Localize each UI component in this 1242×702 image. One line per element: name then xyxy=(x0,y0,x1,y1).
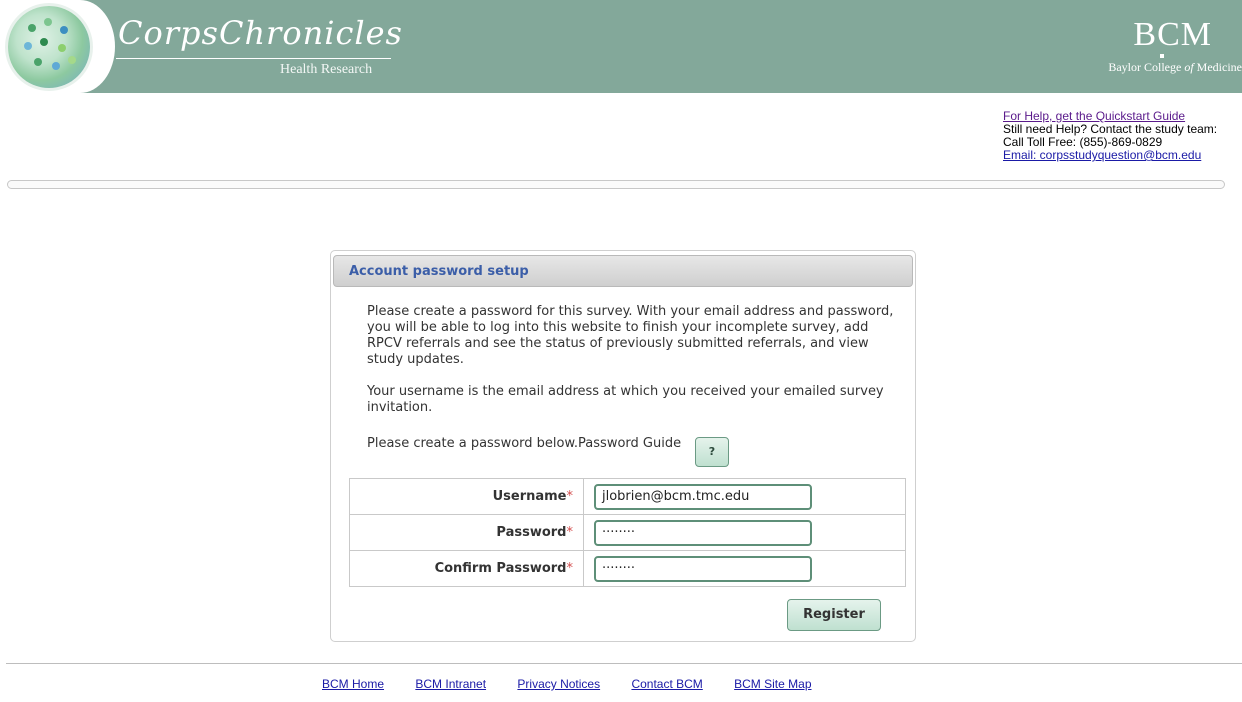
bcm-logo[interactable]: BCM xyxy=(1133,16,1212,54)
password-input[interactable]: ········ xyxy=(594,519,812,546)
required-marker: * xyxy=(566,561,574,576)
toll-free-text: Call Toll Free: (855)-869-0829 xyxy=(1003,135,1163,149)
required-marker: * xyxy=(566,525,574,540)
bcm-name-suffix: Medicine xyxy=(1196,60,1242,74)
form-row-password: Password* ········ xyxy=(349,514,906,551)
top-divider xyxy=(7,180,1225,189)
footer-link-bcm-home[interactable]: BCM Home xyxy=(322,677,384,691)
brand-title[interactable]: CorpsChronicles xyxy=(118,14,403,52)
bcm-name-of: of xyxy=(1184,60,1194,74)
password-guide-text: Please create a password below.Password … xyxy=(367,436,682,451)
password-field-cell: ········ xyxy=(583,514,906,551)
brand-subtitle: Health Research xyxy=(280,62,373,77)
password-guide-button[interactable]: ? xyxy=(695,437,729,467)
confirm-password-field-cell: ········ xyxy=(583,550,906,587)
panel-title: Account password setup xyxy=(349,264,529,279)
credentials-form: Username* jlobrien@bcm.tmc.edu Password*… xyxy=(349,478,906,587)
help-contact-text: Still need Help? Contact the study team: xyxy=(1003,122,1218,136)
footer-link-contact-bcm[interactable]: Contact BCM xyxy=(631,677,702,691)
bcm-logo-dot-icon xyxy=(1160,54,1164,58)
footer-links: BCM Home BCM Intranet Privacy Notices Co… xyxy=(322,677,840,691)
confirm-password-input[interactable]: ········ xyxy=(594,555,812,582)
register-button[interactable]: Register xyxy=(787,599,881,631)
username-label-text: Username xyxy=(492,489,567,504)
account-password-panel: Account password setup Please create a p… xyxy=(330,250,916,642)
username-field-cell: jlobrien@bcm.tmc.edu xyxy=(583,478,906,515)
username-label: Username* xyxy=(349,478,584,515)
bcm-name: Baylor College of Medicine xyxy=(1108,60,1242,75)
help-block: For Help, get the Quickstart Guide Still… xyxy=(1003,110,1217,162)
form-row-username: Username* jlobrien@bcm.tmc.edu xyxy=(349,478,906,515)
form-row-confirm-password: Confirm Password* ········ xyxy=(349,550,906,587)
quickstart-guide-link[interactable]: For Help, get the Quickstart Guide xyxy=(1003,109,1185,123)
footer-link-bcm-site-map[interactable]: BCM Site Map xyxy=(734,677,811,691)
confirm-password-label-text: Confirm Password xyxy=(434,561,567,576)
required-marker: * xyxy=(566,489,574,504)
instruction-paragraph-1: Please create a password for this survey… xyxy=(367,304,894,367)
instruction-paragraph-2: Your username is the email address at wh… xyxy=(367,384,884,415)
brand-underline xyxy=(116,58,391,59)
email-link[interactable]: Email: corpsstudyquestion@bcm.edu xyxy=(1003,148,1201,162)
password-label-text: Password xyxy=(496,525,567,540)
password-label: Password* xyxy=(349,514,584,551)
footer-link-bcm-intranet[interactable]: BCM Intranet xyxy=(415,677,486,691)
panel-instructions: Please create a password for this survey… xyxy=(367,304,907,432)
footer-divider xyxy=(6,663,1242,664)
confirm-password-label: Confirm Password* xyxy=(349,550,584,587)
bcm-name-prefix: Baylor College xyxy=(1108,60,1182,74)
corps-chronicles-logo-icon[interactable] xyxy=(8,6,90,88)
username-input[interactable]: jlobrien@bcm.tmc.edu xyxy=(594,483,812,510)
footer-link-privacy-notices[interactable]: Privacy Notices xyxy=(517,677,600,691)
